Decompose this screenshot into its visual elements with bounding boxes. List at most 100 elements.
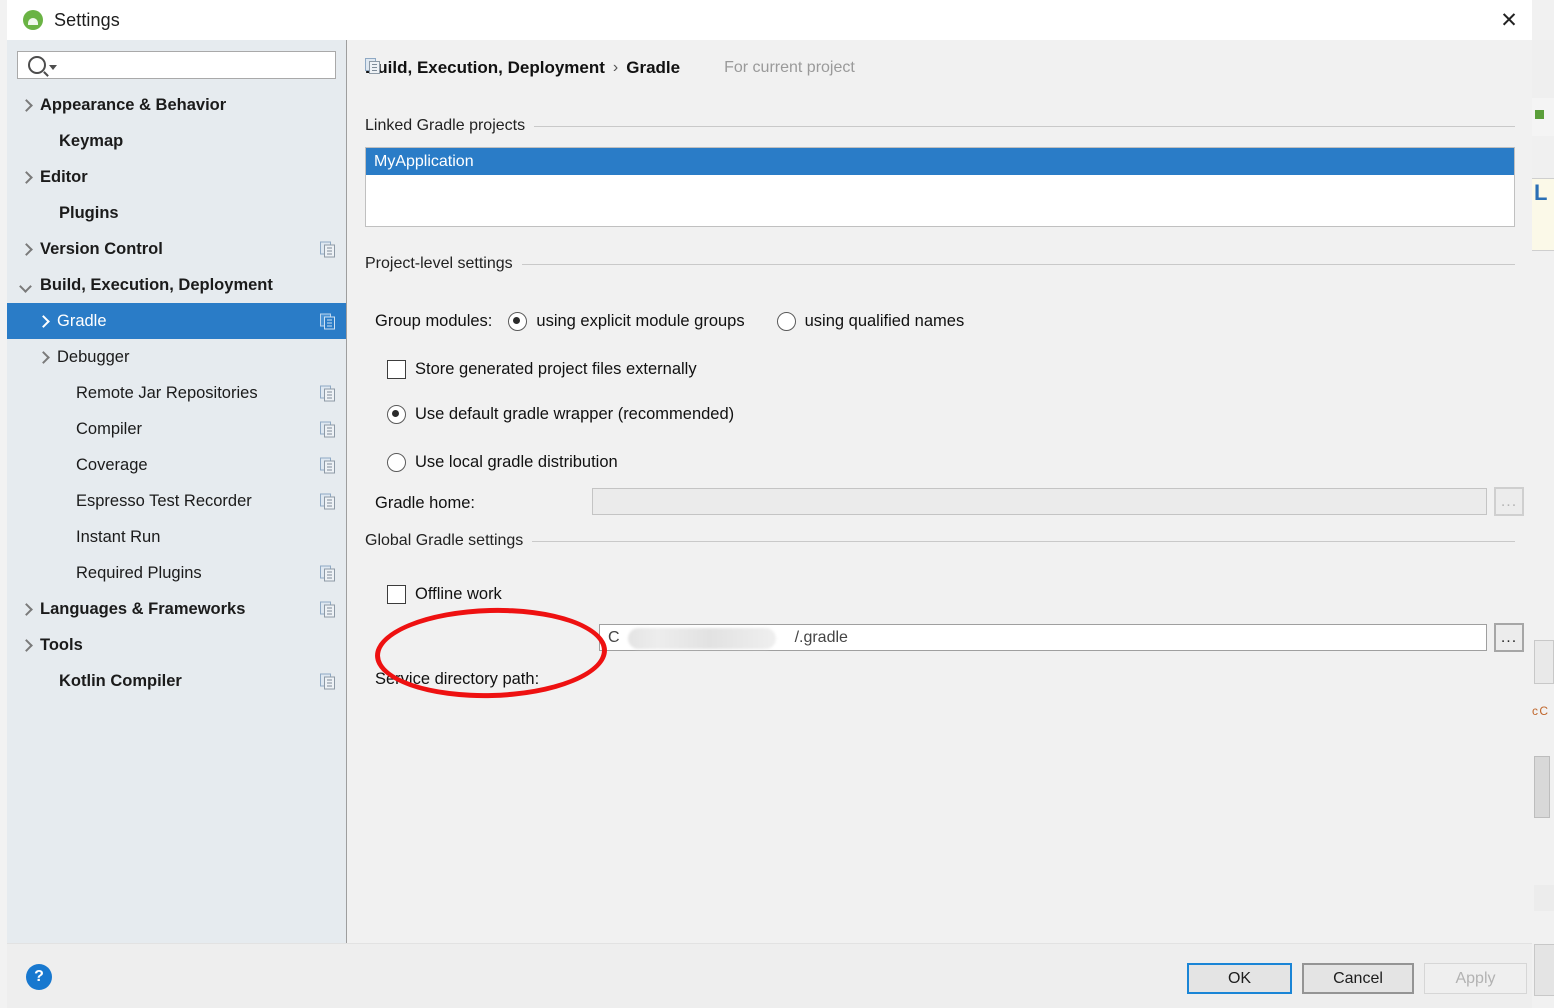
android-studio-icon bbox=[23, 10, 43, 30]
ok-button[interactable]: OK bbox=[1187, 963, 1292, 994]
service-directory-browse-label: ... bbox=[1500, 628, 1518, 646]
chevron-right-icon[interactable] bbox=[21, 172, 32, 183]
linked-projects-list[interactable]: MyApplication bbox=[365, 147, 1515, 227]
search-box[interactable] bbox=[17, 51, 336, 79]
sidebar-item-espresso-test-recorder[interactable]: Espresso Test Recorder bbox=[7, 483, 346, 519]
breadcrumb-scope: For current project bbox=[365, 58, 855, 77]
sidebar-item-debugger[interactable]: Debugger bbox=[7, 339, 346, 375]
ok-button-label: OK bbox=[1227, 969, 1252, 987]
checkbox-store-generated-project-files[interactable] bbox=[387, 360, 406, 379]
background-text-fragment-2: c C bbox=[1532, 704, 1548, 718]
local-distribution-row: Use local gradle distribution bbox=[387, 453, 618, 472]
cancel-button-label: Cancel bbox=[1333, 969, 1383, 987]
chevron-right-icon[interactable] bbox=[21, 640, 32, 651]
sidebar-item-compiler[interactable]: Compiler bbox=[7, 411, 346, 447]
project-scope-icon bbox=[320, 241, 335, 258]
project-scope-icon bbox=[320, 385, 335, 402]
project-scope-icon bbox=[320, 565, 335, 582]
service-directory-path-input[interactable]: C /.gradle bbox=[599, 624, 1487, 651]
chevron-right-icon[interactable] bbox=[21, 244, 32, 255]
sidebar-item-label: Plugins bbox=[59, 203, 119, 222]
sidebar-item-kotlin-compiler[interactable]: Kotlin Compiler bbox=[7, 663, 346, 699]
checkbox-offline-work[interactable] bbox=[387, 585, 406, 604]
screen-root: L c C Settings ✕ Appearance & Behavior Ke… bbox=[0, 0, 1554, 1008]
radio-use-default-gradle-wrapper[interactable] bbox=[387, 405, 406, 424]
sidebar-search-wrap bbox=[7, 40, 346, 79]
sidebar-item-instant-run[interactable]: Instant Run bbox=[7, 519, 346, 555]
sidebar-item-label: Version Control bbox=[40, 239, 163, 258]
breadcrumb-current: Gradle bbox=[626, 58, 681, 77]
sidebar-item-gradle[interactable]: Gradle bbox=[7, 303, 346, 339]
service-directory-browse-button[interactable]: ... bbox=[1494, 623, 1524, 652]
project-scope-icon bbox=[320, 313, 335, 330]
radio-use-local-gradle-distribution-label[interactable]: Use local gradle distribution bbox=[415, 453, 618, 472]
settings-tree: Appearance & Behavior Keymap Editor Plugins… bbox=[7, 87, 346, 699]
sidebar-item-plugins[interactable]: Plugins bbox=[7, 195, 346, 231]
chevron-right-icon[interactable] bbox=[38, 316, 49, 327]
chevron-right-icon[interactable] bbox=[21, 100, 32, 111]
sidebar-item-version-control[interactable]: Version Control bbox=[7, 231, 346, 267]
dialog-footer: ? OK Cancel Apply bbox=[7, 943, 1532, 1008]
apply-button-label: Apply bbox=[1455, 969, 1496, 987]
sidebar-item-label: Appearance & Behavior bbox=[40, 95, 227, 114]
sidebar-item-remote-jar-repositories[interactable]: Remote Jar Repositories bbox=[7, 375, 346, 411]
breadcrumb-parent[interactable]: Build, Execution, Deployment bbox=[365, 58, 605, 78]
checkbox-store-generated-project-files-label[interactable]: Store generated project files externally bbox=[415, 360, 697, 379]
dialog-title: Settings bbox=[54, 9, 120, 30]
store-generated-row: Store generated project files externally bbox=[387, 360, 697, 379]
list-item[interactable]: MyApplication bbox=[366, 148, 1514, 175]
project-scope-icon bbox=[320, 493, 335, 510]
chevron-down-icon[interactable] bbox=[21, 280, 32, 291]
help-button[interactable]: ? bbox=[26, 964, 52, 990]
global-settings-title: Global Gradle settings bbox=[365, 532, 1515, 550]
search-input[interactable] bbox=[63, 56, 335, 74]
gradle-home-label: Gradle home: bbox=[375, 494, 475, 512]
radio-using-explicit-module-groups[interactable] bbox=[508, 312, 528, 331]
radio-use-local-gradle-distribution[interactable] bbox=[387, 453, 406, 472]
radio-using-qualified-names-label[interactable]: using qualified names bbox=[805, 312, 965, 331]
sidebar-item-label: Gradle bbox=[57, 311, 107, 330]
group-modules-label: Group modules: bbox=[375, 312, 493, 330]
divider bbox=[521, 263, 1515, 265]
sidebar-item-tools[interactable]: Tools bbox=[7, 627, 346, 663]
chevron-right-icon[interactable] bbox=[38, 352, 49, 363]
breadcrumb-scope-label: For current project bbox=[724, 59, 855, 76]
caret-down-icon[interactable] bbox=[49, 64, 57, 70]
background-text-fragment: L bbox=[1534, 180, 1548, 205]
service-directory-path-label: Service directory path: bbox=[375, 670, 540, 688]
sidebar-item-coverage[interactable]: Coverage bbox=[7, 447, 346, 483]
gradle-home-browse-label: ... bbox=[1500, 492, 1518, 510]
sidebar-item-languages-frameworks[interactable]: Languages & Frameworks bbox=[7, 591, 346, 627]
apply-button: Apply bbox=[1424, 963, 1527, 994]
close-icon[interactable]: ✕ bbox=[1486, 0, 1532, 40]
search-icon bbox=[28, 56, 46, 74]
sidebar-item-required-plugins[interactable]: Required Plugins bbox=[7, 555, 346, 591]
cancel-button[interactable]: Cancel bbox=[1302, 963, 1414, 994]
project-scope-icon bbox=[320, 601, 335, 618]
sidebar-item-label: Tools bbox=[40, 635, 83, 654]
service-directory-path-value: C bbox=[608, 628, 620, 646]
help-button-label: ? bbox=[34, 968, 44, 985]
radio-use-default-gradle-wrapper-label[interactable]: Use default gradle wrapper (recommended) bbox=[415, 405, 734, 424]
gradle-home-input bbox=[592, 488, 1487, 515]
breadcrumb: Build, Execution, Deployment › Gradle Fo… bbox=[365, 58, 855, 78]
sidebar-item-appearance-behavior[interactable]: Appearance & Behavior bbox=[7, 87, 346, 123]
checkbox-offline-work-label[interactable]: Offline work bbox=[415, 585, 502, 604]
sidebar-item-build-execution-deployment[interactable]: Build, Execution, Deployment bbox=[7, 267, 346, 303]
sidebar-item-label: Remote Jar Repositories bbox=[76, 383, 258, 402]
sidebar-item-editor[interactable]: Editor bbox=[7, 159, 346, 195]
project-scope-icon bbox=[365, 58, 718, 76]
radio-using-explicit-module-groups-label[interactable]: using explicit module groups bbox=[536, 312, 744, 331]
sidebar-item-label: Required Plugins bbox=[76, 563, 202, 582]
chevron-right-icon[interactable] bbox=[21, 604, 32, 615]
radio-using-qualified-names[interactable] bbox=[776, 312, 796, 331]
divider bbox=[532, 540, 1515, 542]
gradle-home-browse-button: ... bbox=[1494, 487, 1524, 516]
sidebar-item-keymap[interactable]: Keymap bbox=[7, 123, 346, 159]
